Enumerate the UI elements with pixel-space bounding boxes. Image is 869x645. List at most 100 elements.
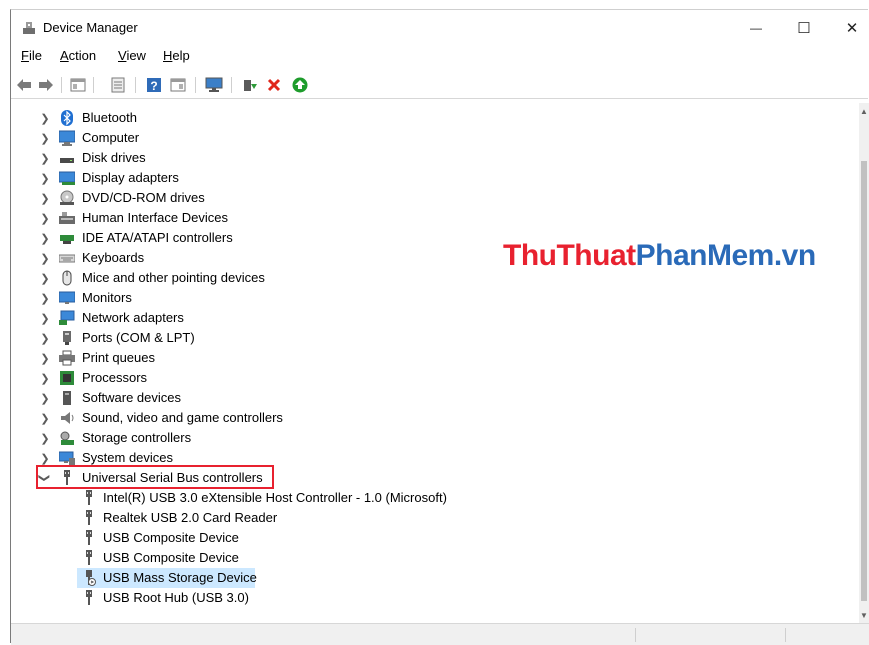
- chevron-right-icon[interactable]: ❯: [39, 192, 51, 205]
- chevron-right-icon[interactable]: ❯: [39, 412, 51, 425]
- toolbar-separator: [195, 77, 196, 93]
- forward-button[interactable]: [37, 76, 55, 94]
- chevron-right-icon[interactable]: ❯: [39, 292, 51, 305]
- tree-item-label: Sound, video and game controllers: [82, 410, 283, 425]
- chevron-right-icon[interactable]: ❯: [39, 172, 51, 185]
- chevron-right-icon[interactable]: ❯: [39, 112, 51, 125]
- tree-item-label: Realtek USB 2.0 Card Reader: [103, 510, 278, 525]
- tree-item-human-interface-devices[interactable]: ❯ Human Interface Devices: [11, 208, 831, 228]
- update-driver-icon: [244, 80, 257, 91]
- back-button[interactable]: [15, 76, 33, 94]
- chevron-right-icon[interactable]: ❯: [39, 312, 51, 325]
- uninstall-device-button[interactable]: [265, 76, 283, 94]
- action-pane-button[interactable]: [169, 76, 187, 94]
- status-divider: [635, 628, 636, 642]
- tree-subitem-usb-device[interactable]: Realtek USB 2.0 Card Reader: [11, 508, 831, 528]
- properties-button[interactable]: [109, 76, 127, 94]
- chevron-right-icon[interactable]: ❯: [39, 372, 51, 385]
- device-manager-window: Device Manager — ☐ ✕ File Action View He…: [10, 9, 869, 645]
- chevron-right-icon[interactable]: ❯: [39, 252, 51, 265]
- tree-item-label: Ports (COM & LPT): [82, 330, 195, 345]
- enable-device-button[interactable]: [291, 76, 309, 94]
- chevron-right-icon[interactable]: ❯: [39, 212, 51, 225]
- toolbar-separator: [93, 77, 94, 93]
- tree-subitem-usb-device[interactable]: USB Composite Device: [11, 528, 831, 548]
- tree-item-display-adapters[interactable]: ❯ Display adapters: [11, 168, 831, 188]
- system-device-icon: [59, 451, 75, 465]
- monitor-icon: [59, 291, 75, 304]
- scroll-down-icon[interactable]: ▼: [860, 611, 868, 621]
- chevron-right-icon[interactable]: ❯: [39, 332, 51, 345]
- chevron-right-icon[interactable]: ❯: [39, 272, 51, 285]
- help-button[interactable]: ?: [145, 76, 163, 94]
- tree-item-software-devices[interactable]: ❯ Software devices: [11, 388, 831, 408]
- scrollbar-thumb[interactable]: [861, 161, 867, 601]
- usb-icon: [86, 530, 92, 545]
- menu-file[interactable]: File: [21, 48, 42, 63]
- tree-item-label: Monitors: [82, 290, 132, 305]
- disk-drive-icon: [60, 158, 74, 163]
- close-button[interactable]: ✕: [829, 10, 869, 46]
- tree-item-disk-drives[interactable]: ❯ Disk drives: [11, 148, 831, 168]
- properties-icon: [111, 77, 125, 93]
- scroll-up-icon[interactable]: ▲: [860, 107, 868, 117]
- tree-item-label: Storage controllers: [82, 430, 192, 445]
- software-device-icon: [63, 391, 71, 405]
- close-icon: ✕: [845, 20, 859, 37]
- network-adapter-icon: [59, 310, 75, 325]
- chevron-right-icon[interactable]: ❯: [39, 152, 51, 165]
- dvd-drive-icon: [60, 190, 74, 205]
- tree-subitem-usb-device[interactable]: USB Root Hub (USB 3.0): [11, 588, 831, 608]
- vertical-scrollbar[interactable]: ▲ ▼: [859, 103, 869, 623]
- hid-icon: [59, 212, 75, 224]
- port-icon: [63, 331, 71, 345]
- forward-arrow-icon: [39, 79, 53, 91]
- keyboard-icon: [59, 254, 75, 263]
- tree-subitem-usb-mass-storage[interactable]: USB Mass Storage Device: [11, 568, 831, 588]
- tree-subitem-usb-device[interactable]: Intel(R) USB 3.0 eXtensible Host Control…: [11, 488, 831, 508]
- tree-item-label: USB Composite Device: [103, 550, 239, 565]
- menu-bar: File Action View Help: [11, 48, 868, 68]
- tree-item-label: USB Mass Storage Device: [103, 570, 257, 585]
- tree-item-computer[interactable]: ❯ Computer: [11, 128, 831, 148]
- processor-icon: [60, 371, 74, 385]
- tree-item-network-adapters[interactable]: ❯ Network adapters: [11, 308, 831, 328]
- tree-item-bluetooth[interactable]: ❯ Bluetooth: [11, 108, 831, 128]
- red-x-icon: [267, 78, 281, 92]
- chevron-right-icon[interactable]: ❯: [39, 432, 51, 445]
- scan-hardware-button[interactable]: [205, 76, 223, 94]
- usb-icon: [86, 490, 92, 505]
- tree-item-processors[interactable]: ❯ Processors: [11, 368, 831, 388]
- show-hide-console-tree-button[interactable]: [69, 76, 87, 94]
- toolbar: ?: [11, 72, 868, 99]
- tree-item-label: Print queues: [82, 350, 155, 365]
- minimize-button[interactable]: —: [733, 10, 779, 46]
- tree-item-monitors[interactable]: ❯ Monitors: [11, 288, 831, 308]
- bluetooth-icon: [61, 110, 73, 126]
- chevron-right-icon[interactable]: ❯: [39, 392, 51, 405]
- tree-item-label: Intel(R) USB 3.0 eXtensible Host Control…: [103, 490, 447, 505]
- chevron-right-icon[interactable]: ❯: [39, 352, 51, 365]
- tree-item-label: USB Root Hub (USB 3.0): [103, 590, 249, 605]
- chevron-right-icon[interactable]: ❯: [39, 452, 51, 465]
- update-driver-button[interactable]: [241, 76, 259, 94]
- tree-item-print-queues[interactable]: ❯ Print queues: [11, 348, 831, 368]
- tree-item-ports[interactable]: ❯ Ports (COM & LPT): [11, 328, 831, 348]
- tree-item-storage-controllers[interactable]: ❯ Storage controllers: [11, 428, 831, 448]
- menu-help[interactable]: Help: [163, 48, 190, 63]
- tree-item-label: Bluetooth: [82, 110, 137, 125]
- maximize-button[interactable]: ☐: [781, 10, 827, 46]
- tree-item-label: Disk drives: [82, 150, 146, 165]
- title-bar[interactable]: Device Manager — ☐ ✕: [11, 10, 868, 46]
- watermark: ThuThuatPhanMem.vn: [503, 239, 816, 273]
- tree-item-sound-controllers[interactable]: ❯ Sound, video and game controllers: [11, 408, 831, 428]
- menu-view[interactable]: View: [118, 48, 146, 63]
- tree-item-dvd-drives[interactable]: ❯ DVD/CD-ROM drives: [11, 188, 831, 208]
- chevron-right-icon[interactable]: ❯: [39, 132, 51, 145]
- tree-subitem-usb-device[interactable]: USB Composite Device: [11, 548, 831, 568]
- maximize-icon: ☐: [797, 20, 811, 37]
- chevron-right-icon[interactable]: ❯: [39, 232, 51, 245]
- menu-action[interactable]: Action: [60, 48, 96, 63]
- computer-icon: [59, 130, 75, 146]
- minimize-icon: —: [750, 21, 762, 35]
